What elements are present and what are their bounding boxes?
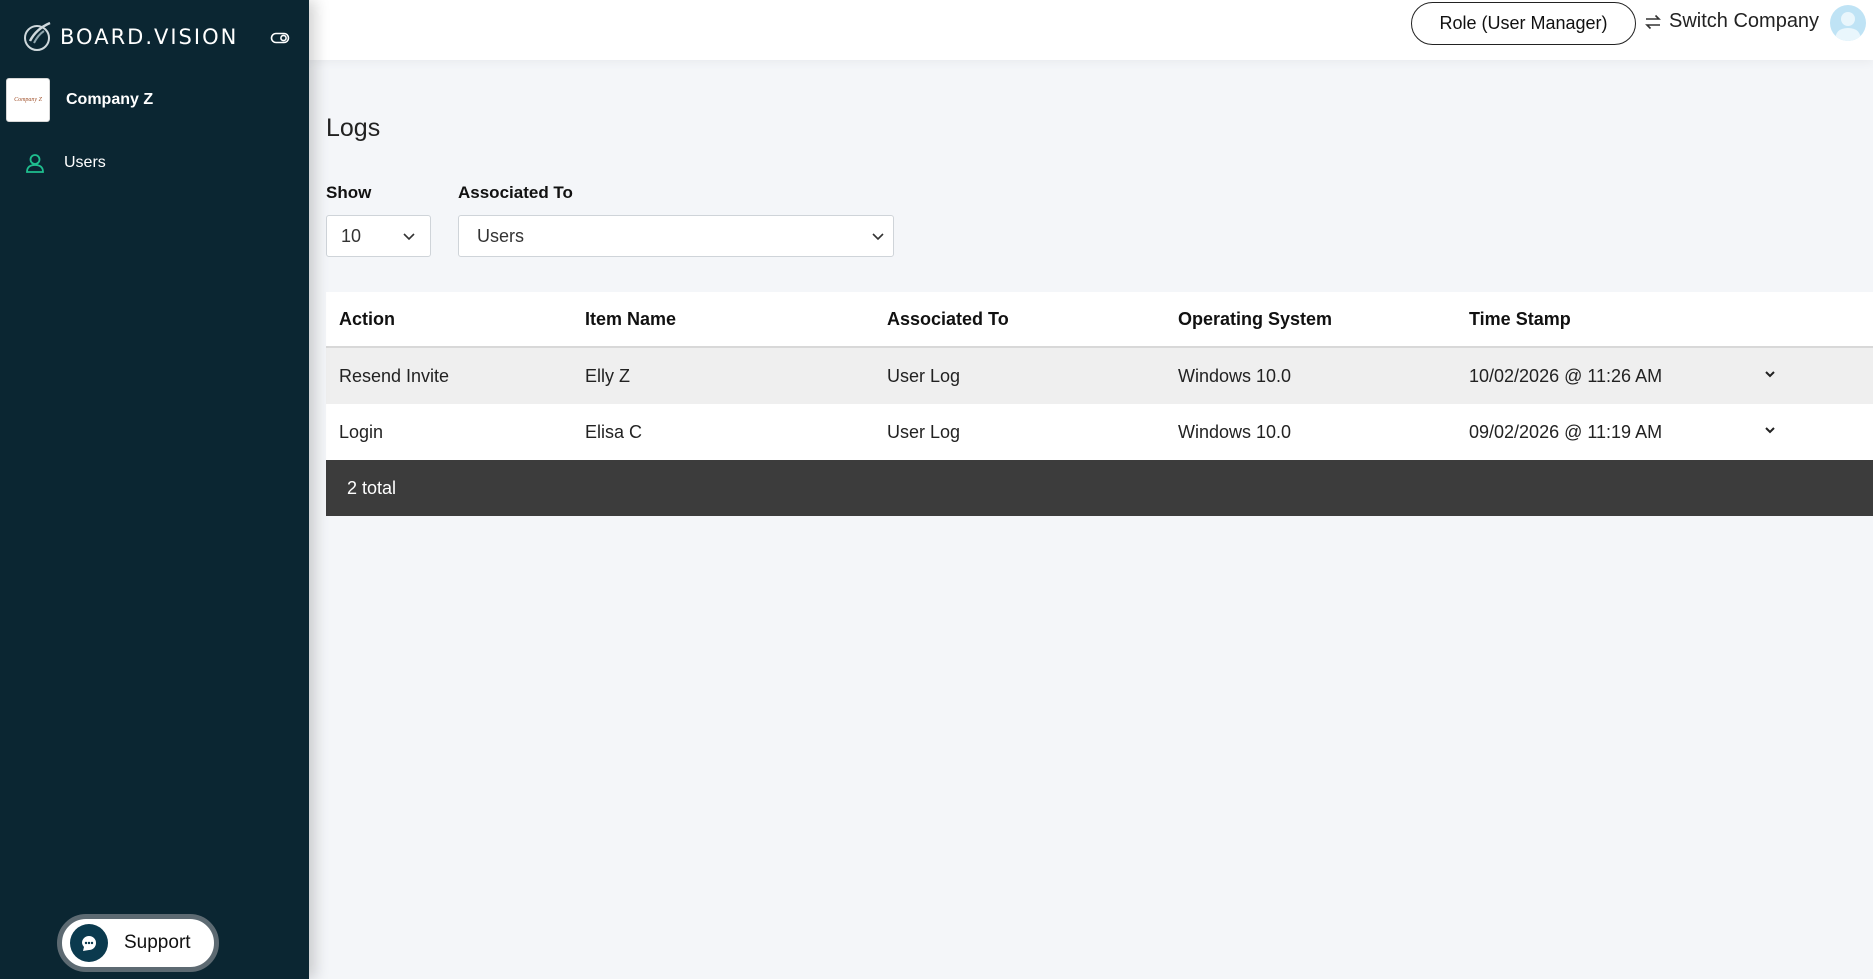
switch-company-label: Switch Company xyxy=(1669,10,1820,32)
chevron-down-icon xyxy=(403,233,415,241)
show-label: Show xyxy=(326,183,372,202)
switch-arrows-icon xyxy=(1645,14,1661,29)
sidebar: BOARD.VISION Company Z Company Z Users S… xyxy=(0,0,309,979)
total-count: 2 total xyxy=(347,477,397,498)
table-row[interactable]: Login Elisa C User Log Windows 10.0 09/0… xyxy=(326,404,1873,460)
brand-name: BOARD.VISION xyxy=(60,25,239,49)
page-title: Logs xyxy=(326,114,381,142)
show-select-value: 10 xyxy=(341,225,362,246)
cell-operating-system: Windows 10.0 xyxy=(1178,421,1292,442)
associated-to-select[interactable]: Users xyxy=(458,215,894,257)
table-header: Action Item Name Associated To Operating… xyxy=(326,292,1873,348)
logs-table: Action Item Name Associated To Operating… xyxy=(326,292,1873,516)
cell-item-name: Elly Z xyxy=(585,365,630,386)
cell-action: Resend Invite xyxy=(339,365,450,386)
table-footer: 2 total xyxy=(326,460,1873,516)
sidebar-item-users[interactable]: Users xyxy=(24,152,106,174)
brand[interactable]: BOARD.VISION xyxy=(20,18,238,56)
user-icon xyxy=(26,154,44,173)
associated-to-select-value: Users xyxy=(477,225,525,246)
cell-operating-system: Windows 10.0 xyxy=(1178,365,1292,386)
cell-time-stamp: 10/02/2026 @ 11:26 AM xyxy=(1469,365,1663,386)
user-avatar[interactable] xyxy=(1830,5,1866,41)
cell-item-name: Elisa C xyxy=(585,421,643,442)
switch-company-button[interactable]: Switch Company xyxy=(1643,10,1819,33)
cell-associated-to: User Log xyxy=(887,421,961,442)
cell-time-stamp: 09/02/2026 @ 11:19 AM xyxy=(1469,421,1663,442)
cell-action: Login xyxy=(339,421,384,442)
chat-support-icon xyxy=(70,924,108,962)
column-header-action[interactable]: Action xyxy=(339,309,395,330)
sidebar-item-label: Users xyxy=(64,154,106,171)
avatar-person-icon xyxy=(1835,12,1861,41)
company-selector[interactable]: Company Z Company Z xyxy=(6,78,153,122)
column-header-operating-system[interactable]: Operating System xyxy=(1178,309,1332,330)
table-row[interactable]: Resend Invite Elly Z User Log Windows 10… xyxy=(326,348,1873,404)
cell-associated-to: User Log xyxy=(887,365,961,386)
show-select[interactable]: 10 xyxy=(326,215,431,257)
expand-row-chevron-icon[interactable] xyxy=(1762,366,1778,382)
company-name: Company Z xyxy=(66,91,154,108)
company-logo-text: Company Z xyxy=(14,97,42,103)
expand-row-chevron-icon[interactable] xyxy=(1762,422,1778,438)
top-header: Role (User Manager) Switch Company xyxy=(309,0,1873,60)
brand-logo-icon xyxy=(24,21,51,51)
support-button[interactable]: Support xyxy=(57,914,219,972)
column-header-associated-to[interactable]: Associated To xyxy=(887,309,1009,330)
chevron-down-icon xyxy=(872,233,884,241)
sidebar-toggle-icon[interactable] xyxy=(270,28,290,48)
role-button[interactable]: Role (User Manager) xyxy=(1411,2,1636,45)
company-logo: Company Z xyxy=(6,78,50,122)
column-header-time-stamp[interactable]: Time Stamp xyxy=(1469,309,1571,330)
column-header-item-name[interactable]: Item Name xyxy=(585,309,676,330)
support-label: Support xyxy=(124,932,191,953)
associated-to-label: Associated To xyxy=(458,183,573,202)
